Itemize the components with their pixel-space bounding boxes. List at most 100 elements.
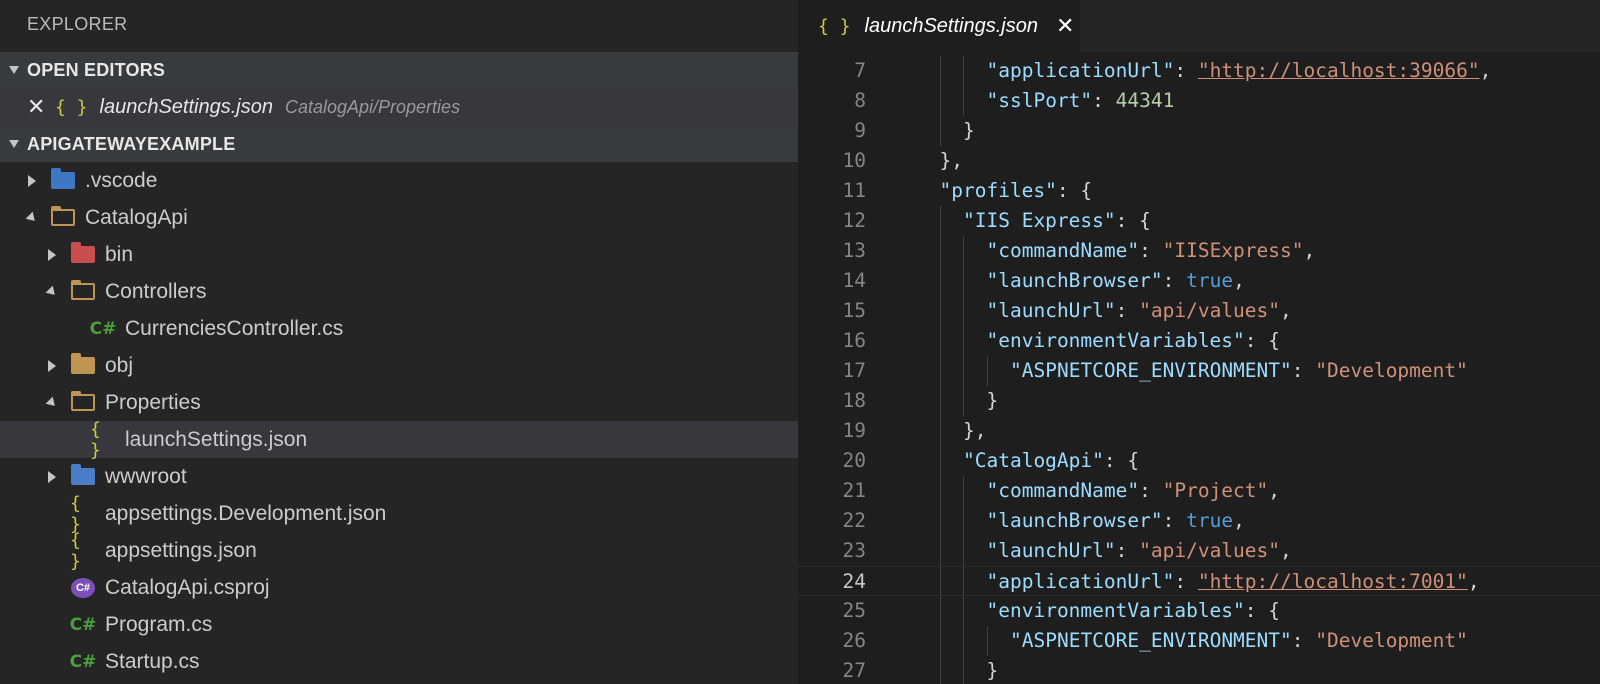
line-number: 14 [842, 269, 866, 292]
open-editor-item[interactable]: ✕ { } launchSettings.json CatalogApi/Pro… [0, 88, 798, 126]
tree-item-launchsettings-json[interactable]: { } launchSettings.json [0, 419, 798, 461]
indent-guide [939, 596, 941, 626]
code-line[interactable]: 13 "commandName": "IISExpress", [798, 236, 1600, 266]
project-header[interactable]: APIGATEWAYEXAMPLE [0, 126, 798, 162]
indent-guide [963, 506, 964, 536]
tree-item-label: launchSettings.json [125, 427, 308, 451]
code-token: "api/values" [1139, 299, 1281, 322]
code-line[interactable]: 9} [798, 116, 1600, 146]
code-line[interactable]: 14 "launchBrowser": true, [798, 266, 1600, 296]
chevron-right-icon[interactable] [44, 359, 60, 372]
open-editors-label: OPEN EDITORS [27, 59, 166, 80]
tab-launchsettings[interactable]: { } launchSettings.json ✕ [798, 0, 1080, 52]
tree-item-vscode[interactable]: .vscode [0, 162, 798, 199]
code-line[interactable]: 20 "CatalogApi": { [798, 446, 1600, 476]
chevron-right-icon[interactable] [24, 174, 40, 187]
code-line[interactable]: 25 "environmentVariables": { [798, 596, 1600, 626]
code-text: "launchBrowser": true, [987, 506, 1245, 536]
line-number: 12 [842, 209, 866, 232]
tree-item-bin[interactable]: bin [0, 236, 798, 273]
close-icon[interactable]: ✕ [1056, 13, 1074, 39]
tree-item-label: Startup.cs [105, 649, 200, 673]
code-token: "IISExpress" [1162, 239, 1304, 262]
code-line[interactable]: 26 "ASPNETCORE_ENVIRONMENT": "Development… [798, 626, 1600, 656]
code-token: : { [1056, 179, 1093, 202]
code-text: "ASPNETCORE_ENVIRONMENT": "Development" [1010, 626, 1468, 656]
indent-guide [963, 356, 964, 386]
code-text: "applicationUrl": "http://localhost:3906… [987, 56, 1492, 86]
code-token: }, [963, 419, 987, 442]
chevron-down-icon [0, 140, 27, 148]
indent-guide [939, 56, 941, 86]
line-number: 7 [854, 59, 866, 82]
code-editor[interactable]: 7 "applicationUrl": "http://localhost:390… [798, 56, 1600, 684]
code-token: , [1280, 539, 1292, 562]
line-number: 25 [842, 599, 866, 622]
code-text: "CatalogApi": { [963, 446, 1139, 476]
code-token: , [1467, 570, 1480, 593]
folder-bin-icon [70, 242, 96, 266]
tree-item-properties[interactable]: Properties [0, 384, 798, 421]
indent-guide [939, 296, 941, 326]
chevron-right-icon[interactable] [44, 248, 60, 261]
code-line[interactable]: 24 "applicationUrl": "http://localhost:70… [798, 566, 1600, 596]
open-editors-header[interactable]: OPEN EDITORS [0, 52, 798, 88]
code-token: : [1115, 539, 1140, 562]
code-token: "http://localhost:39066" [1197, 59, 1480, 82]
chevron-down-icon[interactable] [44, 285, 60, 298]
tree-item-appsettings-development-json[interactable]: { } appsettings.Development.json [0, 492, 798, 535]
code-token: : { [1103, 449, 1140, 472]
chevron-right-icon[interactable] [44, 470, 60, 483]
code-token: : [1115, 299, 1140, 322]
code-line[interactable]: 23 "launchUrl": "api/values", [798, 536, 1600, 566]
open-editor-path: CatalogApi/Properties [284, 96, 461, 117]
indent-guide [939, 626, 941, 656]
code-line[interactable]: 27} [798, 656, 1600, 684]
folder-www-icon [70, 464, 96, 488]
indent-guide [939, 476, 941, 506]
close-icon[interactable]: ✕ [27, 94, 49, 120]
indent-guide [963, 296, 964, 326]
code-token: "sslPort" [986, 89, 1093, 112]
code-line[interactable]: 19}, [798, 416, 1600, 446]
code-text: } [987, 656, 999, 684]
tree-item-appsettings-json[interactable]: { } appsettings.json [0, 529, 798, 572]
tree-item-catalogapi[interactable]: CatalogApi [0, 199, 798, 236]
code-line[interactable]: 17 "ASPNETCORE_ENVIRONMENT": "Development… [798, 356, 1600, 386]
code-text: }, [963, 416, 986, 446]
chevron-down-icon[interactable] [44, 396, 60, 409]
code-line[interactable]: 21 "commandName": "Project", [798, 476, 1600, 506]
code-token: "ASPNETCORE_ENVIRONMENT" [1010, 629, 1292, 652]
csharp-icon: C# [69, 651, 97, 672]
code-token: , [1233, 509, 1245, 532]
folder-open-icon [70, 391, 96, 414]
code-line[interactable]: 16 "environmentVariables": { [798, 326, 1600, 356]
code-line[interactable]: 15 "launchUrl": "api/values", [798, 296, 1600, 326]
code-line[interactable]: 10}, [798, 146, 1600, 176]
chevron-down-icon[interactable] [24, 211, 40, 224]
indent-guide [939, 266, 941, 296]
explorer-title: EXPLORER [0, 0, 798, 52]
code-line[interactable]: 7 "applicationUrl": "http://localhost:390… [798, 56, 1600, 86]
code-line[interactable]: 22 "launchBrowser": true, [798, 506, 1600, 536]
indent-guide [963, 567, 964, 595]
json-icon: { } [70, 529, 81, 572]
tree-item-startup-cs[interactable]: C# Startup.cs [0, 643, 798, 680]
tree-item-wwwroot[interactable]: wwwroot [0, 458, 798, 495]
code-line[interactable]: 18} [798, 386, 1600, 416]
tree-item-obj[interactable]: obj [0, 347, 798, 384]
code-token: "profiles" [939, 179, 1057, 202]
tree-item-label: CatalogApi [85, 205, 188, 229]
code-line[interactable]: 12 "IIS Express": { [798, 206, 1600, 236]
tree-item-controllers[interactable]: Controllers [0, 273, 798, 310]
code-token: true [1186, 509, 1234, 532]
code-line[interactable]: 11 "profiles": { [798, 176, 1600, 206]
code-line[interactable]: 8 "sslPort": 44341 [798, 86, 1600, 116]
line-number: 15 [842, 299, 866, 322]
indent-guide [963, 236, 964, 266]
tree-item-program-cs[interactable]: C# Program.cs [0, 606, 798, 643]
tree-item-catalogapi-csproj[interactable]: C# CatalogApi.csproj [0, 569, 798, 606]
json-icon: { } [70, 492, 81, 535]
tree-item-currenciescontroller-cs[interactable]: C# CurrenciesController.cs [0, 310, 798, 347]
code-token: , [1280, 299, 1292, 322]
